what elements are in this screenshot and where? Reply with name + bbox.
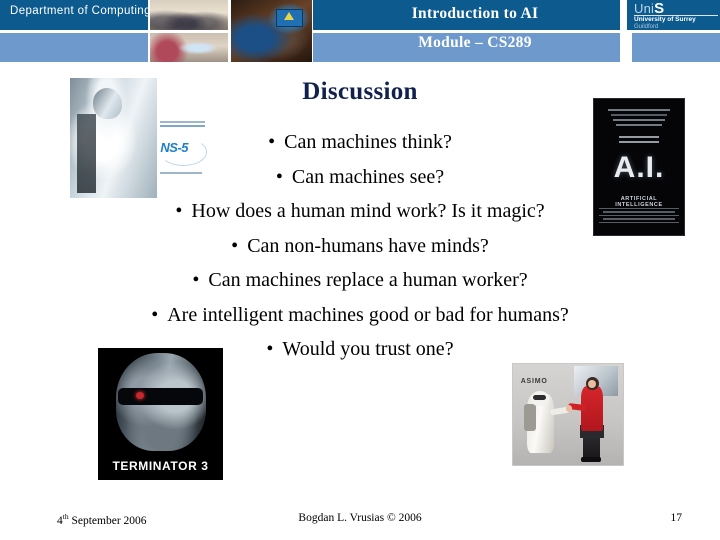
- bullet-icon: •: [192, 269, 200, 291]
- footer-page-number: 17: [670, 512, 683, 524]
- header-title-block: Introduction to AI Module – CS289: [330, 0, 620, 62]
- header-band-light-right: [632, 33, 720, 62]
- list-item-label: Are intelligent machines good or bad for…: [167, 303, 569, 326]
- person-shoes: [581, 456, 601, 462]
- terminator-3-poster-image: TERMINATOR 3: [97, 347, 224, 481]
- logo-university-name: University of Surrey: [634, 16, 696, 23]
- asimo-visor: [532, 395, 546, 401]
- department-label: Department of Computing: [10, 5, 151, 17]
- slide-footer: 4th September 2006 Bogdan L. Vrusias © 2…: [0, 508, 720, 540]
- bullet-icon: •: [175, 200, 183, 222]
- logo-divider: [634, 15, 718, 16]
- terminator-sunglasses: [118, 387, 203, 405]
- students-at-laptop-photo: [231, 0, 312, 62]
- university-logo: UniS University of Surrey Guildford: [634, 1, 718, 30]
- course-title: Introduction to AI: [411, 5, 539, 22]
- list-item: • Can machines see?: [0, 160, 720, 195]
- logo-wordmark: UniS: [634, 1, 718, 16]
- header-photo-strip: [150, 0, 312, 62]
- logo-town-name: Guildford: [634, 24, 659, 30]
- list-item-label: Can machines see?: [291, 165, 445, 188]
- bullet-icon: •: [275, 165, 283, 188]
- asimo-label: ASIMO: [520, 378, 548, 386]
- list-item-label: Can non-humans have minds?: [247, 234, 489, 257]
- bullet-icon: •: [151, 303, 159, 326]
- list-item: • Can non-humans have minds?: [0, 229, 720, 264]
- list-item: • Are intelligent machines good or bad fo…: [0, 298, 720, 333]
- screen-triangle-icon: [284, 12, 295, 21]
- ns5-robot-head: [92, 87, 123, 119]
- list-item-label: How does a human mind work? Is it magic?: [191, 200, 545, 222]
- discussion-question-list: • Can machines think? • Can machines see? …: [0, 125, 720, 367]
- presentation-slide: Department of Computing Introduction to …: [0, 0, 720, 540]
- bullet-icon: •: [268, 131, 276, 153]
- logo-wordmark-prefix: Uni: [634, 1, 655, 16]
- module-code: Module – CS289: [418, 34, 532, 51]
- list-item: • How does a human mind work? Is it magic…: [0, 194, 720, 229]
- list-item-label: Can machines think?: [284, 131, 452, 153]
- list-item: • Can machines think?: [0, 125, 720, 160]
- list-item-label: Would you trust one?: [282, 338, 454, 360]
- slide-header: Department of Computing Introduction to …: [0, 0, 720, 62]
- person-hand: [565, 405, 573, 413]
- terminator-title-text: TERMINATOR 3: [112, 459, 209, 474]
- bullet-icon: •: [266, 338, 274, 360]
- bullet-icon: •: [231, 234, 239, 257]
- list-item: • Would you trust one?: [0, 332, 720, 367]
- computer-lab-photo: [150, 33, 228, 62]
- header-band-light-left: [0, 33, 148, 62]
- footer-author-copyright: Bogdan L. Vrusias © 2006: [298, 512, 422, 524]
- list-item: • Can machines replace a human worker?: [0, 263, 720, 298]
- lecture-hall-photo: [150, 0, 228, 30]
- asimo-backpack: [524, 404, 537, 431]
- list-item-label: Can machines replace a human worker?: [208, 269, 528, 291]
- asimo-robot-photo: ASIMO: [512, 363, 624, 466]
